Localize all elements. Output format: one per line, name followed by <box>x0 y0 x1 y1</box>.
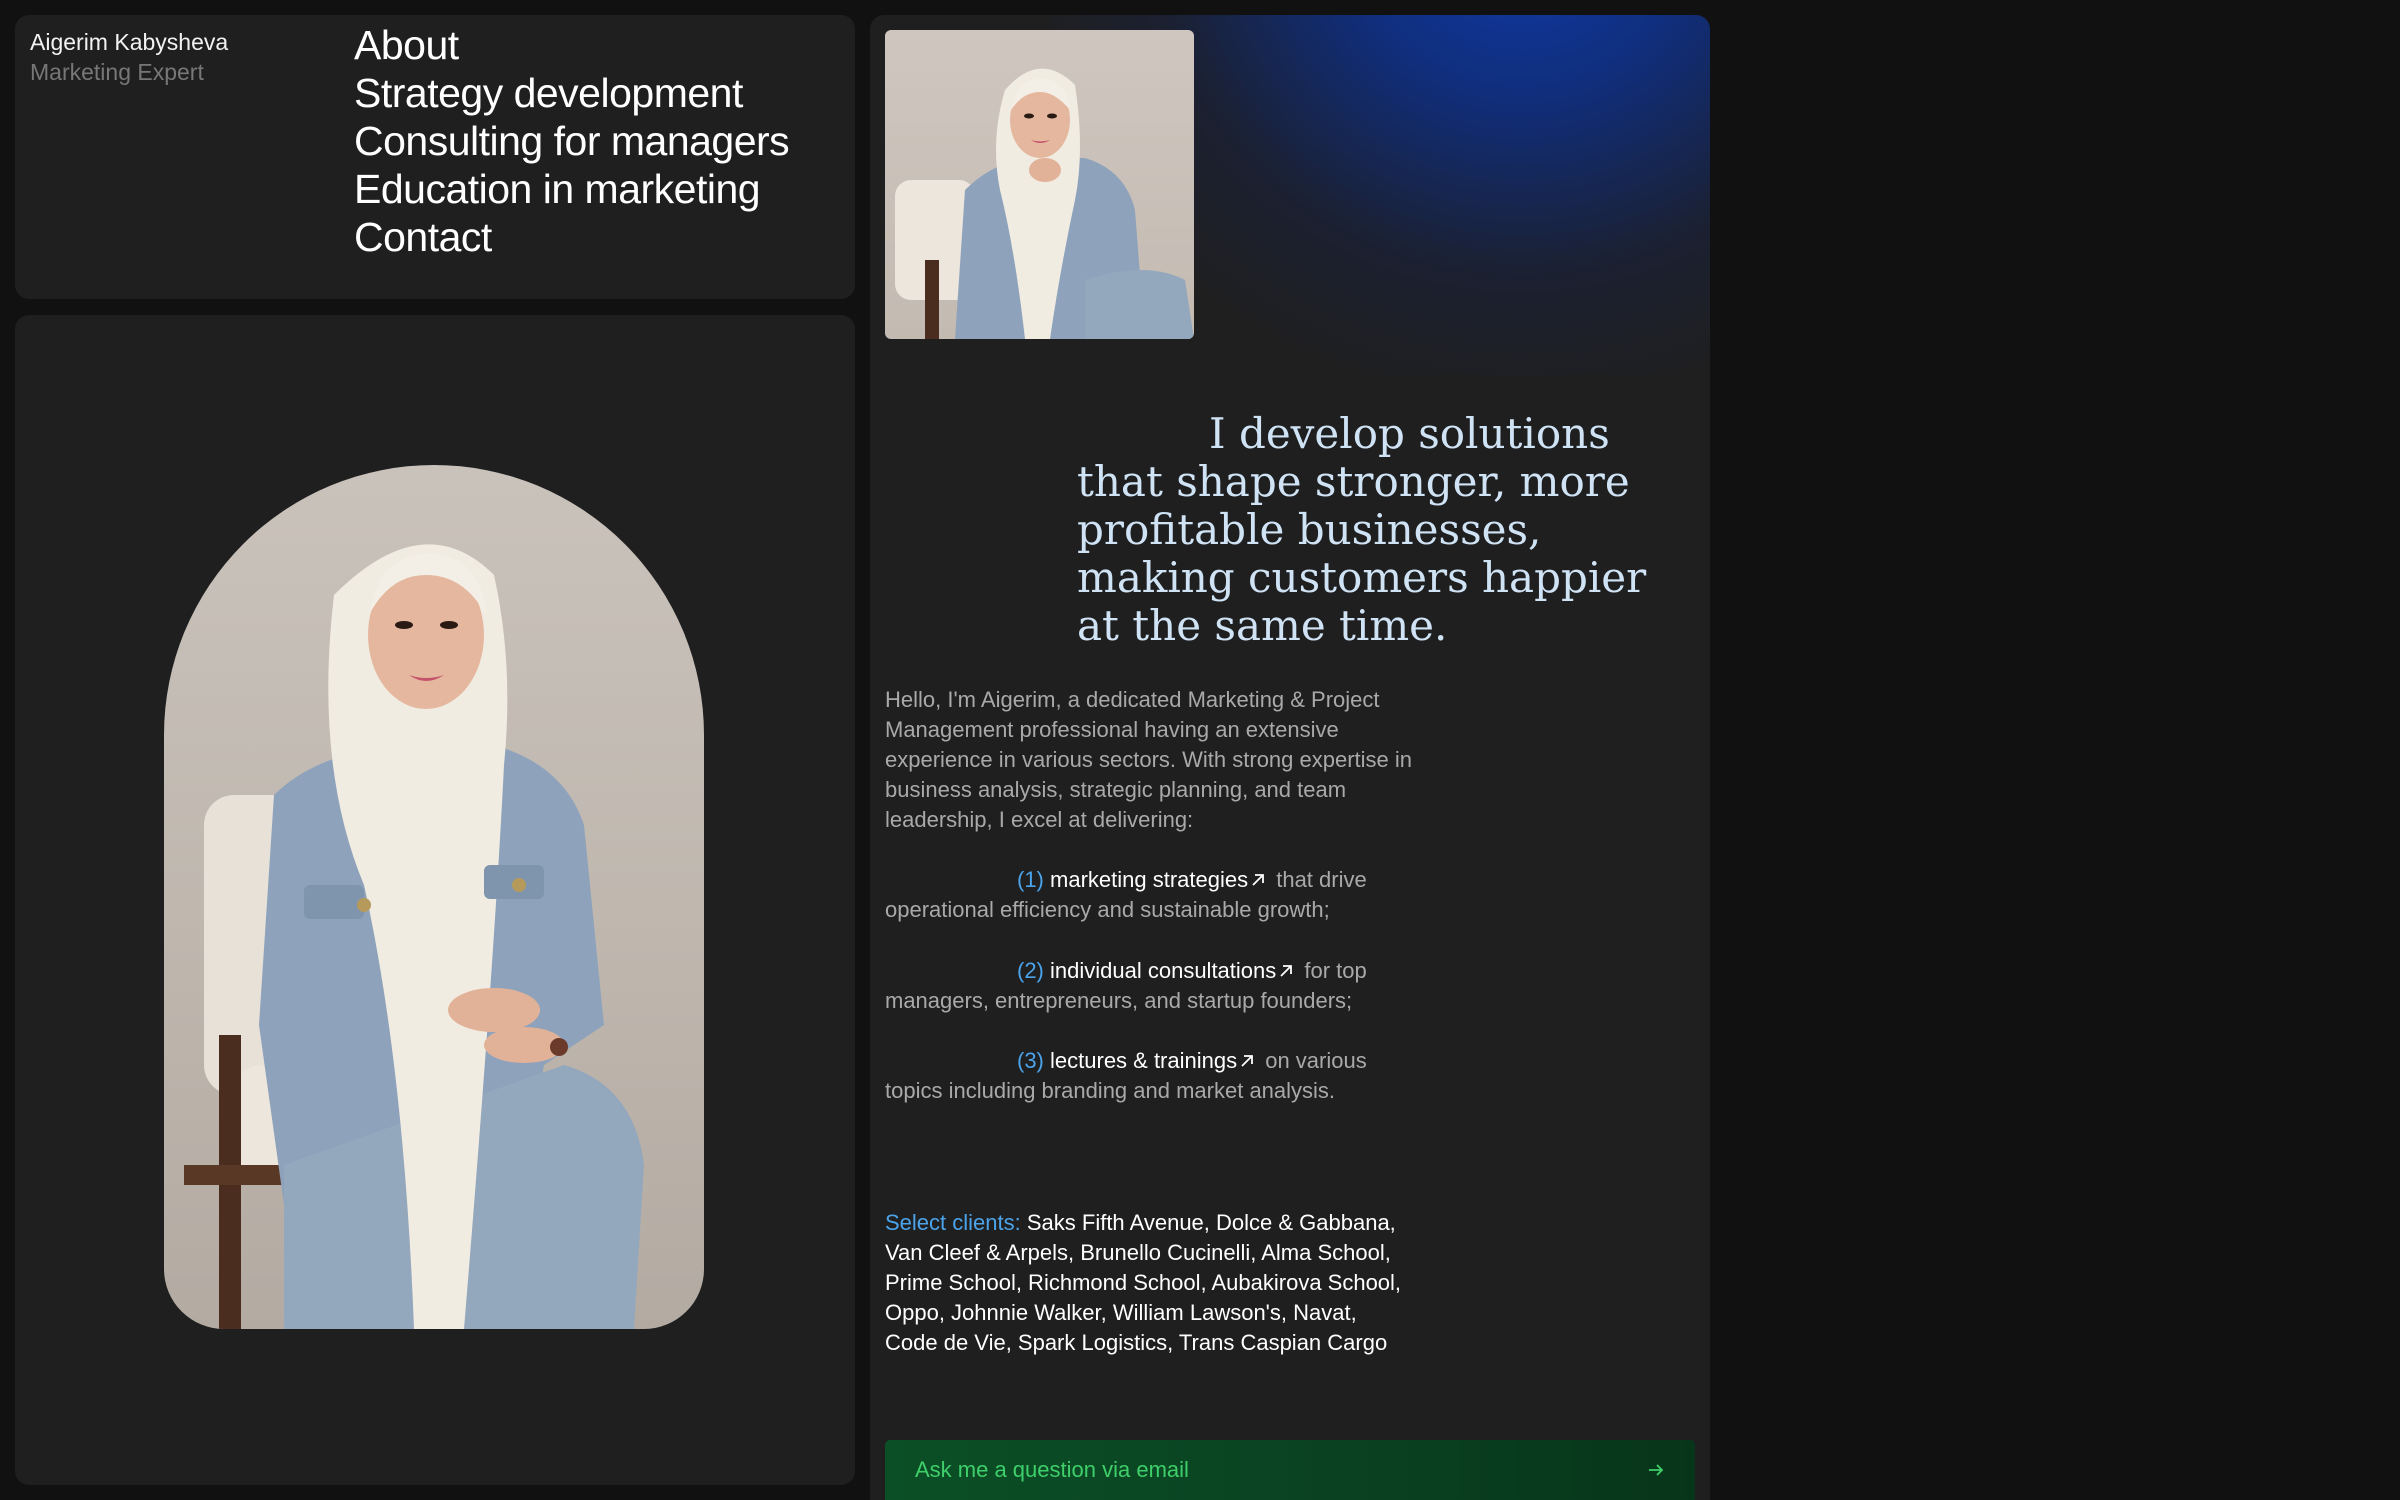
thumbnail-illustration <box>895 68 1194 339</box>
brand-name[interactable]: Aigerim Kabysheva <box>30 27 228 57</box>
page: Aigerim Kabysheva Marketing Expert About… <box>0 0 2400 1500</box>
clients-paragraph: Select clients: Saks Fifth Avenue, Dolce… <box>885 1208 1415 1358</box>
nav-item-contact[interactable]: Contact <box>354 213 789 261</box>
nav-item-about[interactable]: About <box>354 21 789 69</box>
brand[interactable]: Aigerim Kabysheva Marketing Expert <box>30 27 228 87</box>
service-item: (2) individual consultations for top man… <box>885 956 1415 1016</box>
about-card: I develop solutions that shape stronger,… <box>870 15 1710 1500</box>
portrait-card <box>15 315 855 1485</box>
nav-item-education-in-marketing[interactable]: Education in marketing <box>354 165 789 213</box>
portrait-illustration <box>184 544 644 1329</box>
service-number: (2) <box>1017 958 1044 983</box>
nav-item-strategy-development[interactable]: Strategy development <box>354 69 789 117</box>
header-card: Aigerim Kabysheva Marketing Expert About… <box>15 15 855 299</box>
arrow-up-right-icon <box>1280 965 1293 977</box>
service-item: (1) marketing strategies that drive oper… <box>885 865 1415 925</box>
arrow-up-right-icon <box>1241 1055 1254 1067</box>
intro-paragraph: Hello, I'm Aigerim, a dedicated Marketin… <box>885 687 1413 832</box>
hero-headline: I develop solutions that shape stronger,… <box>1077 409 1647 650</box>
ask-email-button[interactable]: Ask me a question via email <box>885 1440 1695 1500</box>
service-link-label[interactable]: marketing strategies <box>1050 867 1248 892</box>
ask-email-label[interactable]: Ask me a question via email <box>915 1455 1189 1485</box>
thumbnail-photo <box>885 30 1194 339</box>
service-link-individual-consultations[interactable]: individual consultations <box>1050 958 1298 983</box>
service-link-label[interactable]: individual consultations <box>1050 958 1276 983</box>
service-link-label[interactable]: lectures & trainings <box>1050 1048 1237 1073</box>
service-number: (1) <box>1017 867 1044 892</box>
portrait-photo <box>164 465 704 1329</box>
brand-role: Marketing Expert <box>30 59 204 85</box>
service-number: (3) <box>1017 1048 1044 1073</box>
clients-label: Select clients: <box>885 1210 1021 1235</box>
service-link-lectures-trainings[interactable]: lectures & trainings <box>1050 1048 1259 1073</box>
service-link-marketing-strategies[interactable]: marketing strategies <box>1050 867 1270 892</box>
arrow-right-icon <box>1649 1464 1664 1476</box>
service-item: (3) lectures & trainings on various topi… <box>885 1046 1415 1106</box>
nav-item-consulting-for-managers[interactable]: Consulting for managers <box>354 117 790 165</box>
arrow-up-right-icon <box>1252 874 1265 886</box>
main-nav: About Strategy development Consulting fo… <box>354 21 790 261</box>
